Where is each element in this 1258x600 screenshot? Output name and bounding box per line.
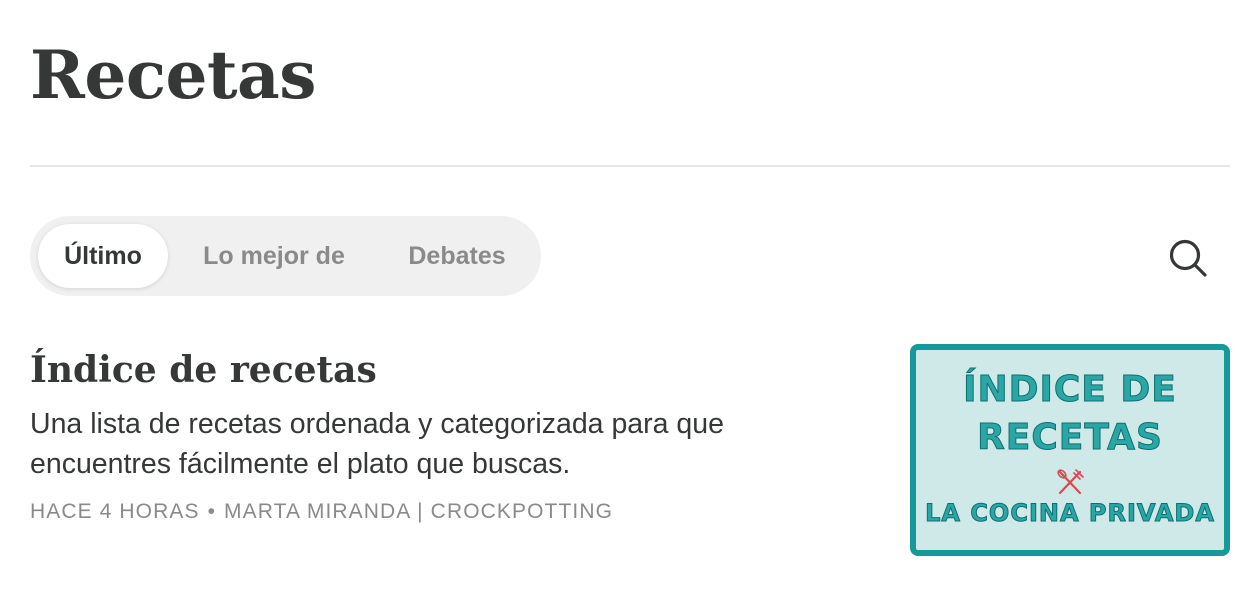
thumbnail-title-line-2: RECETAS <box>977 417 1163 459</box>
post-subtitle: Una lista de recetas ordenada y categori… <box>30 408 724 480</box>
search-button[interactable] <box>1166 236 1210 280</box>
search-icon <box>1169 239 1207 277</box>
post-item[interactable]: Índice de recetas Una lista de recetas o… <box>30 340 1230 560</box>
post-thumbnail[interactable]: ÍNDICE DE RECETAS LA COCINA PRIVADA <box>910 344 1230 556</box>
tab-top[interactable]: Lo mejor de <box>190 224 358 288</box>
tab-discussions[interactable]: Debates <box>390 224 524 288</box>
utensils-icon <box>1057 469 1084 495</box>
tab-bar: Último Lo mejor de Debates <box>30 216 541 296</box>
post-title[interactable]: Índice de recetas <box>30 340 377 400</box>
tab-latest[interactable]: Último <box>38 224 168 288</box>
post-author[interactable]: MARTA MIRANDA | CROCKPOTTING <box>224 500 613 523</box>
divider <box>30 165 1230 167</box>
post-date: HACE 4 HORAS <box>30 500 200 523</box>
meta-separator: • <box>207 500 217 523</box>
thumbnail-title-line-1: ÍNDICE DE <box>963 369 1177 411</box>
thumbnail-subtitle: LA COCINA PRIVADA <box>925 499 1215 528</box>
post-meta: HACE 4 HORAS • MARTA MIRANDA | CROCKPOTTIN… <box>30 498 613 526</box>
page-title: Recetas <box>30 36 316 114</box>
